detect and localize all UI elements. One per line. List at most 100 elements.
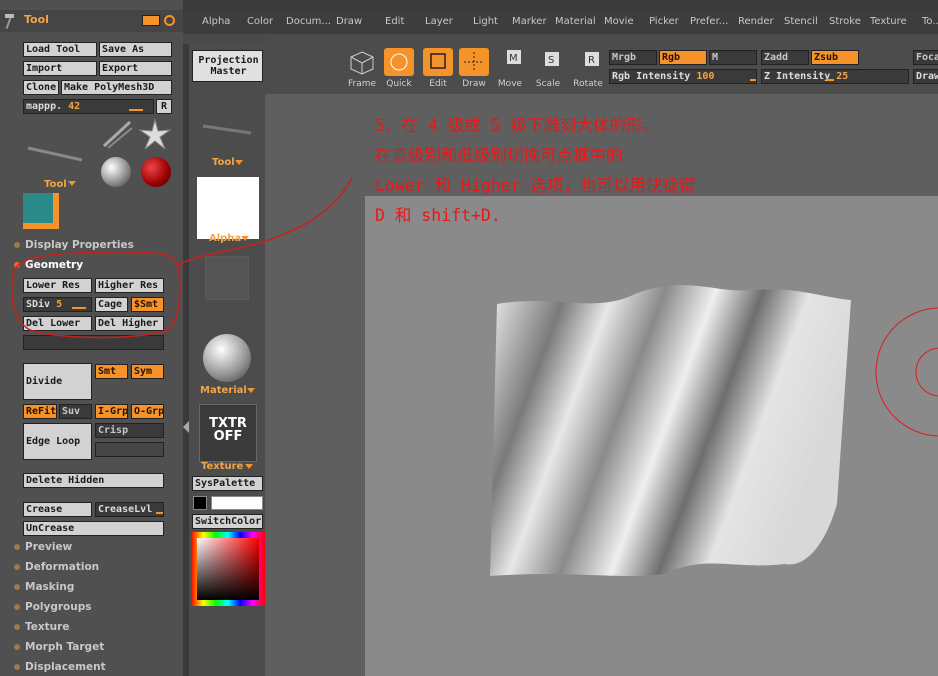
texture-off-preview[interactable]: TXTR OFF: [199, 404, 257, 462]
palette-dock-button[interactable]: [142, 15, 160, 26]
edit-mode-icon: [423, 48, 453, 76]
sculpted-plane-mesh[interactable]: [485, 274, 865, 584]
tweezers-tool-icon[interactable]: [100, 118, 136, 150]
menu-document[interactable]: Docum...: [286, 16, 331, 27]
switchcolor-button[interactable]: SwitchColor: [192, 514, 263, 529]
clone-button[interactable]: Clone: [23, 80, 59, 95]
menu-alpha[interactable]: Alpha: [202, 16, 230, 27]
draw-button[interactable]: Draw: [456, 48, 492, 89]
menu-color[interactable]: Color: [247, 16, 273, 27]
menu-light[interactable]: Light: [473, 16, 498, 27]
material-label[interactable]: Material: [200, 385, 247, 396]
menu-preferences[interactable]: Prefer...: [690, 16, 728, 27]
top-shelf: Frame Quick Edit Draw M Move S Scale R R…: [265, 34, 938, 94]
brush-preview-icon[interactable]: [201, 122, 253, 136]
polygroups-section[interactable]: Polygroups: [14, 601, 92, 613]
load-tool-button[interactable]: Load Tool: [23, 42, 97, 57]
menu-marker[interactable]: Marker: [512, 16, 547, 27]
zadd-toggle[interactable]: Zadd: [761, 50, 809, 65]
mappp-slider[interactable]: mappp. 42: [23, 99, 154, 114]
m-toggle[interactable]: M: [709, 50, 757, 65]
menu-material[interactable]: Material: [555, 16, 596, 27]
morph-target-section[interactable]: Morph Target: [14, 641, 104, 653]
crisp-toggle[interactable]: Crisp: [95, 423, 164, 438]
rgb-intensity-slider[interactable]: Rgb Intensity 100: [609, 69, 757, 84]
save-as-button[interactable]: Save As: [99, 42, 172, 57]
menu-picker[interactable]: Picker: [649, 16, 679, 27]
edge-loop-button[interactable]: Edge Loop: [23, 423, 92, 460]
annotation-line-2: 在高级别和低级别切换可点框中的: [375, 146, 623, 165]
suv-toggle[interactable]: Suv: [59, 404, 92, 419]
mrgb-toggle[interactable]: Mrgb: [609, 50, 657, 65]
delete-hidden-button[interactable]: Delete Hidden: [23, 473, 164, 488]
crisp-slider[interactable]: [95, 442, 164, 457]
menu-draw[interactable]: Draw: [336, 16, 362, 27]
move-icon: M: [507, 50, 521, 64]
draw-mode-icon: [459, 48, 489, 76]
svg-text:M: M: [509, 53, 518, 64]
menu-texture[interactable]: Texture: [870, 16, 907, 27]
refit-toggle[interactable]: ReFit: [23, 404, 57, 419]
menu-stroke[interactable]: Stroke: [829, 16, 861, 27]
import-button[interactable]: Import: [23, 61, 97, 76]
texture-section[interactable]: Texture: [14, 621, 69, 633]
menu-edit[interactable]: Edit: [385, 16, 404, 27]
document-viewport[interactable]: [365, 196, 938, 676]
edit-button[interactable]: Edit: [420, 48, 456, 89]
r-button[interactable]: R: [156, 99, 172, 114]
move-button[interactable]: M Move: [492, 48, 528, 89]
material-dropdown-icon: [247, 388, 255, 393]
frame-button[interactable]: Frame: [344, 48, 380, 89]
uncrease-button[interactable]: UnCrease: [23, 521, 164, 536]
color-picker-square[interactable]: [197, 538, 259, 600]
deformation-section[interactable]: Deformation: [14, 561, 99, 573]
zsub-toggle[interactable]: Zsub: [811, 50, 859, 65]
palette-refresh-icon[interactable]: [164, 15, 175, 26]
export-button[interactable]: Export: [99, 61, 172, 76]
projection-master-button[interactable]: Projection Master: [192, 50, 263, 82]
left-tray: Projection Master Tool Alpha Material TX…: [189, 44, 265, 676]
star-tool-icon[interactable]: [138, 118, 172, 152]
draw-size-slider[interactable]: Draw: [913, 69, 938, 84]
rgb-toggle[interactable]: Rgb: [659, 50, 707, 65]
masking-section[interactable]: Masking: [14, 581, 74, 593]
hammer-icon: [5, 14, 14, 29]
sym-toggle[interactable]: Sym: [131, 364, 164, 379]
color-picker[interactable]: [191, 532, 265, 606]
divide-button[interactable]: Divide: [23, 363, 92, 400]
rotate-icon: R: [585, 52, 599, 66]
main-color-swatch[interactable]: [193, 496, 207, 510]
make-polymesh-button[interactable]: Make PolyMesh3D: [61, 80, 172, 95]
annotation-line-1: 5．在 4 级或 5 级下雕刻大体的形。: [375, 116, 660, 135]
menu-layer[interactable]: Layer: [425, 16, 453, 27]
menu-movie[interactable]: Movie: [604, 16, 634, 27]
syspalette-button[interactable]: SysPalette: [192, 476, 263, 491]
crease-lvl-slider[interactable]: CreaseLvl: [95, 502, 164, 517]
focal-shift-slider[interactable]: Foca: [913, 50, 938, 65]
main-menubar: Alpha Color Docum... Draw Edit Layer Lig…: [183, 10, 938, 34]
texture-label[interactable]: Texture: [201, 461, 243, 472]
tool-palette-title: Tool: [24, 13, 49, 26]
brush-cursor-icon: [875, 307, 938, 437]
tool-brush-label[interactable]: Tool: [212, 157, 235, 168]
secondary-color-swatch[interactable]: [211, 496, 263, 510]
crease-button[interactable]: Crease: [23, 502, 92, 517]
menu-render[interactable]: Render: [738, 16, 774, 27]
igrp-toggle[interactable]: I-Grp: [95, 404, 128, 419]
ogrp-toggle[interactable]: O-Grp: [131, 404, 164, 419]
brush-stroke-thumb-icon[interactable]: [26, 140, 84, 166]
tool-brush-dropdown-icon: [235, 160, 243, 165]
rotate-button[interactable]: R Rotate: [570, 48, 606, 89]
smt-toggle[interactable]: Smt: [95, 364, 128, 379]
preview-section[interactable]: Preview: [14, 541, 72, 553]
z-intensity-slider[interactable]: Z Intensity 25: [761, 69, 909, 84]
displacement-section[interactable]: Displacement: [14, 661, 106, 673]
menu-stencil[interactable]: Stencil: [784, 16, 818, 27]
annotation-arrow-icon: [11, 177, 353, 339]
quick-button[interactable]: Quick: [381, 48, 417, 89]
scale-button[interactable]: S Scale: [530, 48, 566, 89]
texture-dropdown-icon: [245, 464, 253, 469]
frame-cube-icon: [350, 51, 374, 75]
menu-tool[interactable]: To...: [922, 16, 938, 27]
svg-text:S: S: [548, 55, 554, 66]
